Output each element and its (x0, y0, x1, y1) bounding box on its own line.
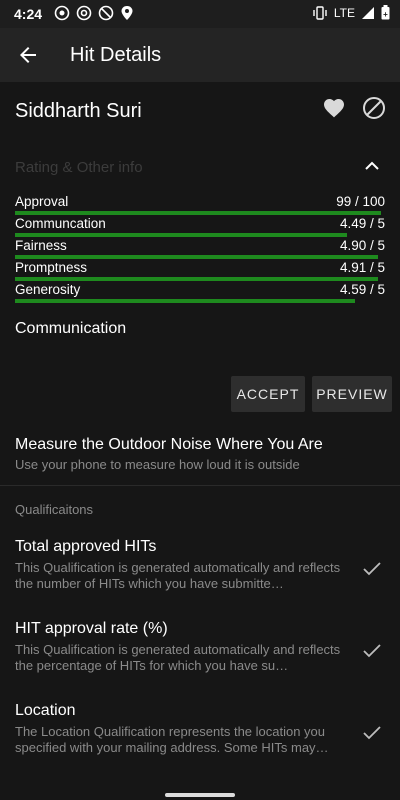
rating-label: Promptness (15, 260, 88, 275)
hit-title: Measure the Outdoor Noise Where You Are (15, 436, 323, 453)
communication-title: Communication (15, 320, 127, 337)
block-icon[interactable] (362, 96, 386, 120)
rating-label: Approval (15, 194, 69, 209)
divider (0, 485, 400, 486)
battery-icon: + (381, 5, 390, 20)
accept-button[interactable]: ACCEPT (231, 376, 305, 412)
hit-description: Use your phone to measure how loud it is… (15, 457, 300, 472)
status-left-icons (54, 5, 134, 21)
heart-icon[interactable] (322, 96, 346, 118)
app-bar: Hit Details (0, 28, 400, 82)
whatsapp-icon (54, 5, 70, 21)
rating-value: 4.91 / 5 (339, 260, 385, 275)
qualification-item[interactable]: Location The Location Qualification repr… (15, 702, 385, 756)
rating-row: Approval 99 / 100 (15, 194, 385, 216)
rating-progress-bar (15, 211, 382, 215)
network-type: LTE (333, 5, 355, 20)
rating-value: 4.49 / 5 (339, 216, 385, 231)
requester-name: Siddharth Suri (15, 100, 142, 122)
chevron-up-icon[interactable] (364, 158, 380, 172)
preview-button[interactable]: PREVIEW (312, 376, 392, 412)
qualification-description: This Qualification is generated automati… (15, 642, 341, 673)
rating-progress-bar (15, 277, 379, 281)
qualification-description: This Qualification is generated automati… (15, 560, 341, 591)
qualification-title: Total approved HITs (15, 538, 157, 555)
check-icon (363, 644, 381, 658)
home-gesture-handle[interactable] (165, 793, 235, 797)
rating-progress-bar (15, 255, 378, 259)
navigation-bar (0, 790, 400, 800)
rating-label: Fairness (15, 238, 67, 253)
qualification-item[interactable]: HIT approval rate (%) This Qualification… (15, 620, 385, 674)
qualification-title: HIT approval rate (%) (15, 620, 168, 637)
status-right-icons: LTE + (312, 5, 390, 20)
circle-slash-icon (98, 5, 114, 21)
qualification-description: The Location Qualification represents th… (15, 724, 329, 755)
page-title: Hit Details (70, 44, 162, 66)
rating-value: 99 / 100 (336, 194, 385, 209)
rating-row: Promptness 4.91 / 5 (15, 260, 385, 282)
qualification-title: Location (15, 702, 76, 719)
status-time: 4:24 (14, 6, 43, 22)
location-icon (121, 6, 133, 20)
rating-section-header: Rating & Other info (15, 159, 143, 176)
rating-label: Generosity (15, 282, 81, 297)
qualification-item[interactable]: Total approved HITs This Qualification i… (15, 538, 385, 592)
rating-row: Generosity 4.59 / 5 (15, 282, 385, 304)
status-bar: 4:24 LTE + (0, 0, 400, 28)
rating-value: 4.59 / 5 (339, 282, 385, 297)
check-icon (363, 562, 381, 576)
rating-progress-bar (15, 299, 355, 303)
at-icon (76, 5, 92, 21)
rating-progress-bar (15, 233, 348, 237)
check-icon (363, 726, 381, 740)
back-arrow-icon[interactable] (16, 43, 40, 67)
rating-row: Communcation 4.49 / 5 (15, 216, 385, 238)
hit-details-content: Siddharth Suri Rating & Other info Appro… (0, 82, 400, 790)
vibrate-icon (313, 5, 327, 20)
rating-label: Communcation (15, 216, 106, 231)
qualifications-header: Qualificaitons (15, 502, 94, 517)
svg-text:+: + (383, 10, 388, 19)
rating-value: 4.90 / 5 (339, 238, 385, 253)
signal-icon (362, 6, 374, 19)
rating-row: Fairness 4.90 / 5 (15, 238, 385, 260)
